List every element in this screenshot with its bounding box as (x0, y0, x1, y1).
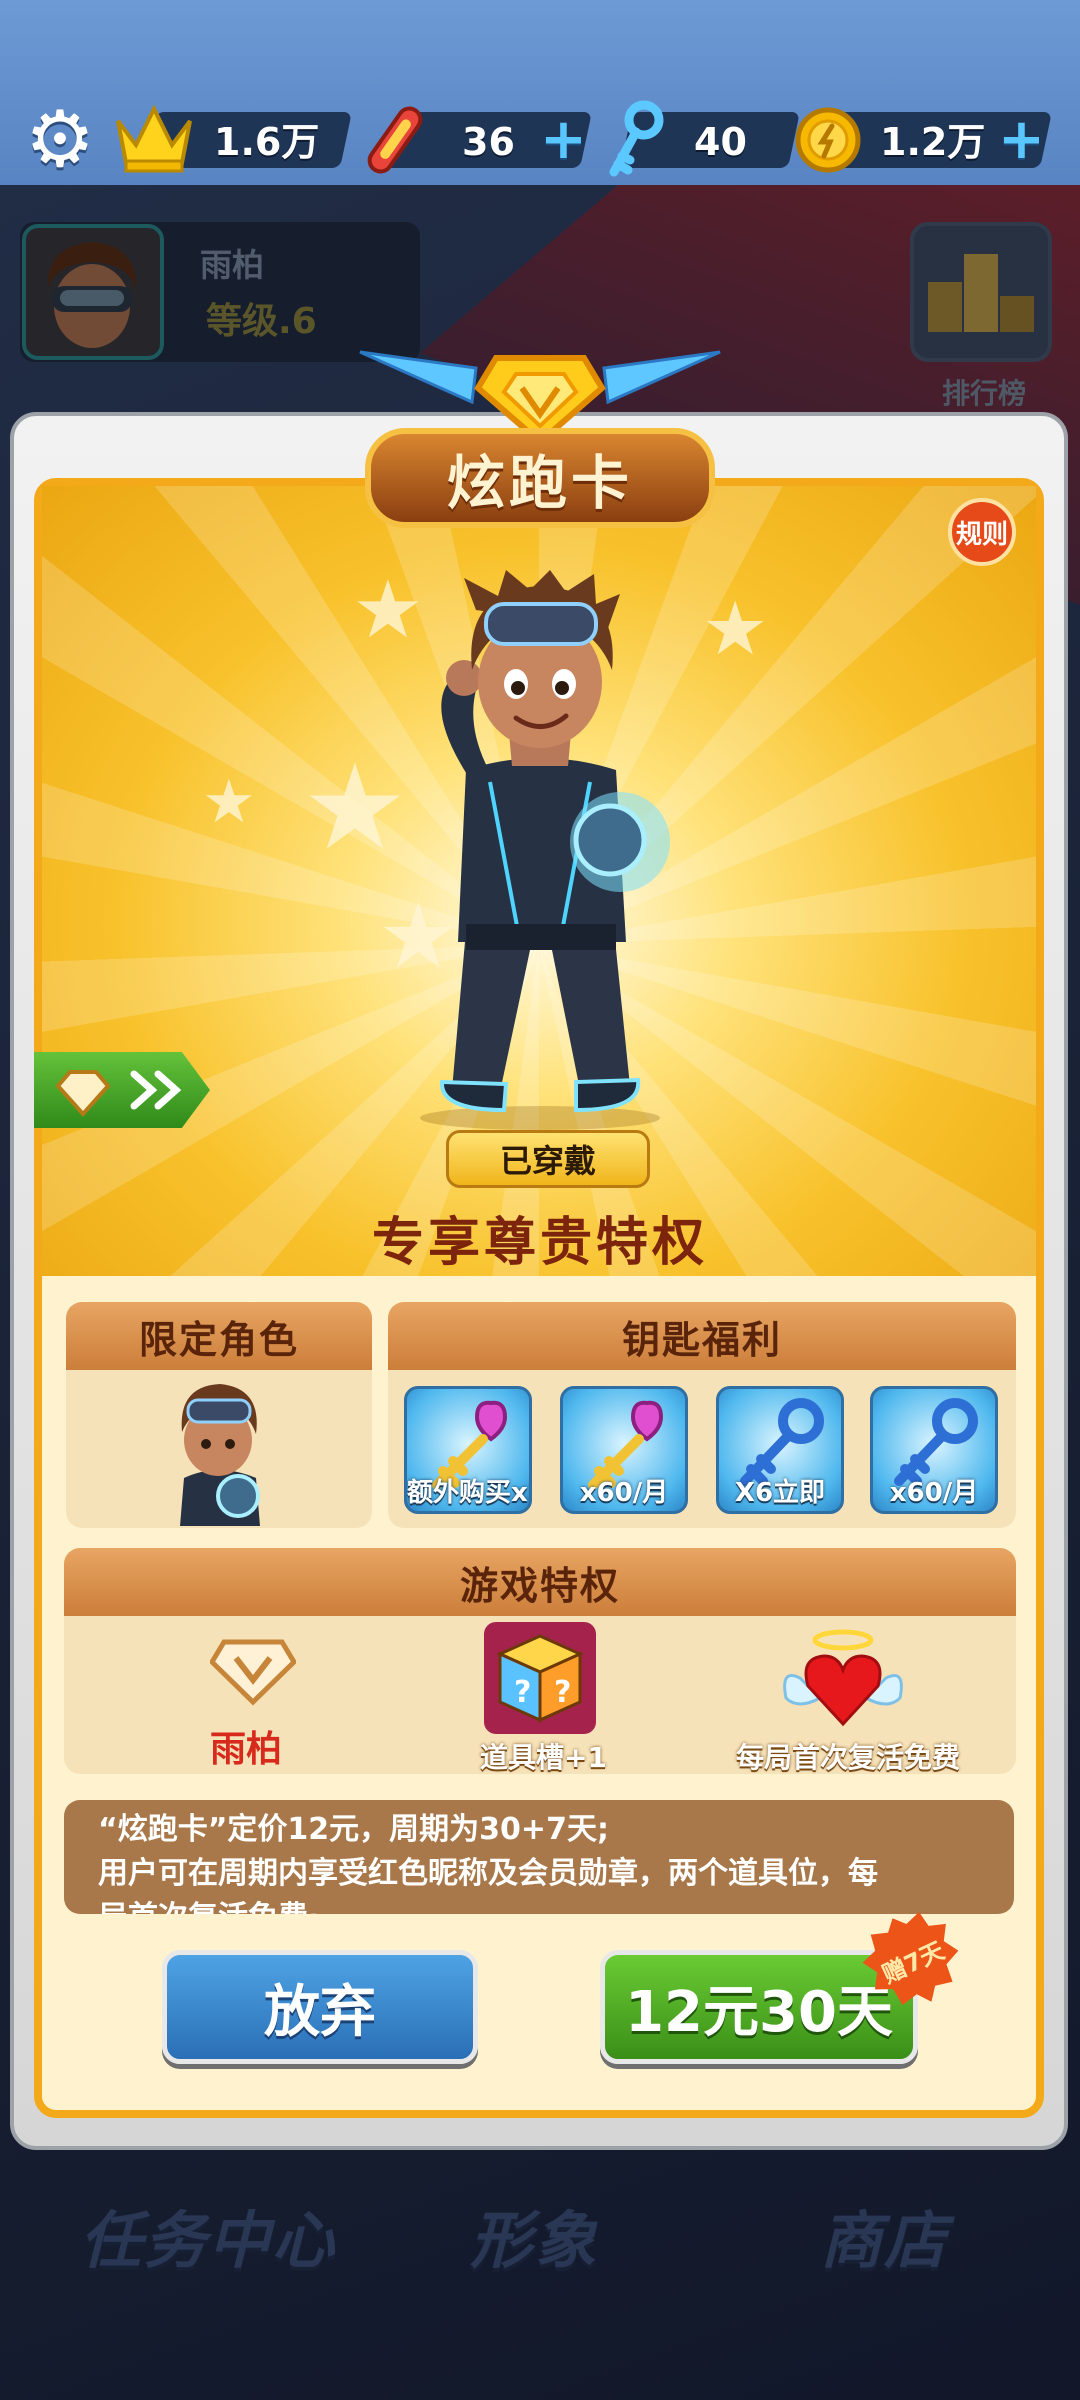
modal-title: 炫跑卡 (446, 449, 633, 517)
game-perks-header: 游戏特权 (64, 1548, 1016, 1616)
limited-role-character-thumbnail[interactable] (158, 1378, 278, 1526)
rules-label: 规则 (955, 519, 1008, 550)
item-slot-mystery-box-icon[interactable]: ? ? (484, 1622, 596, 1734)
key-benefit-label: x60/月 (889, 1478, 979, 1508)
key-benefit-item[interactable]: x60/月 (870, 1386, 998, 1514)
give-up-label: 放弃 (264, 1979, 376, 2045)
rules-button[interactable]: 规则 (948, 498, 1016, 566)
key-benefit-label: 额外购买x5 (407, 1478, 532, 1508)
angel-heart-revive-icon (780, 1628, 906, 1730)
vip-side-tab-button[interactable] (34, 1052, 210, 1128)
hoverboard-icon (360, 100, 430, 180)
svg-text:?: ? (554, 1675, 571, 1710)
exclusive-privileges-title: 专享尊贵特权 (371, 1213, 708, 1273)
settings-gear-icon[interactable]: ⚙ (22, 101, 98, 179)
crown-count: 1.6万 (214, 120, 320, 164)
key-benefits-header: 钥匙福利 (388, 1302, 1016, 1370)
coin-count: 1.2万 (880, 120, 986, 164)
free-revive-perk-label: 每局首次复活免费 (736, 1741, 961, 1774)
description-line: “炫跑卡”定价12元，周期为30+7天; (98, 1812, 609, 1847)
key-benefit-item[interactable]: 额外购买x5 (404, 1386, 532, 1514)
description-line: 用户可在周期内享受红色昵称及会员勋章，两个道具位，每 (98, 1856, 878, 1891)
svg-text:?: ? (514, 1675, 531, 1710)
key-benefit-label: x60/月 (579, 1478, 669, 1508)
membership-description: “炫跑卡”定价12元，周期为30+7天; 用户可在周期内享受红色昵称及会员勋章，… (64, 1800, 1014, 1914)
vip-badge-icon (208, 1634, 298, 1706)
membership-card-title-banner: 炫跑卡 (365, 428, 715, 528)
key-benefit-label: X6立即 (734, 1478, 826, 1508)
decor-star-icon: ★ (702, 586, 769, 672)
character-yubo-figure (380, 570, 700, 1130)
red-nickname-perk-label: 雨柏 (210, 1729, 283, 1770)
key-icon (600, 100, 670, 180)
board-count: 36 (462, 120, 515, 164)
add-boards-plus-icon[interactable]: + (540, 112, 587, 168)
vip-diamond-emblem-icon (356, 322, 724, 446)
add-coins-plus-icon[interactable]: + (998, 112, 1045, 168)
key-benefit-item[interactable]: X6立即 (716, 1386, 844, 1514)
bonus-days-label: 赠7天 (877, 1935, 949, 1989)
equipped-label: 已穿戴 (499, 1142, 596, 1180)
description-line: 局首次复活免费· (98, 1896, 980, 1914)
give-up-button[interactable]: 放弃 (162, 1950, 478, 2064)
item-slot-perk-label: 道具槽+1 (480, 1741, 607, 1774)
limited-role-header: 限定角色 (66, 1302, 372, 1370)
coin-icon (792, 104, 864, 176)
decor-star-icon: ★ (202, 767, 256, 837)
key-benefit-item[interactable]: x60/月 (560, 1386, 688, 1514)
equipped-button[interactable]: 已穿戴 (446, 1130, 650, 1188)
purchase-label: 12元30天 (625, 1979, 893, 2045)
crown-icon (112, 98, 196, 178)
key-count: 40 (694, 120, 747, 164)
